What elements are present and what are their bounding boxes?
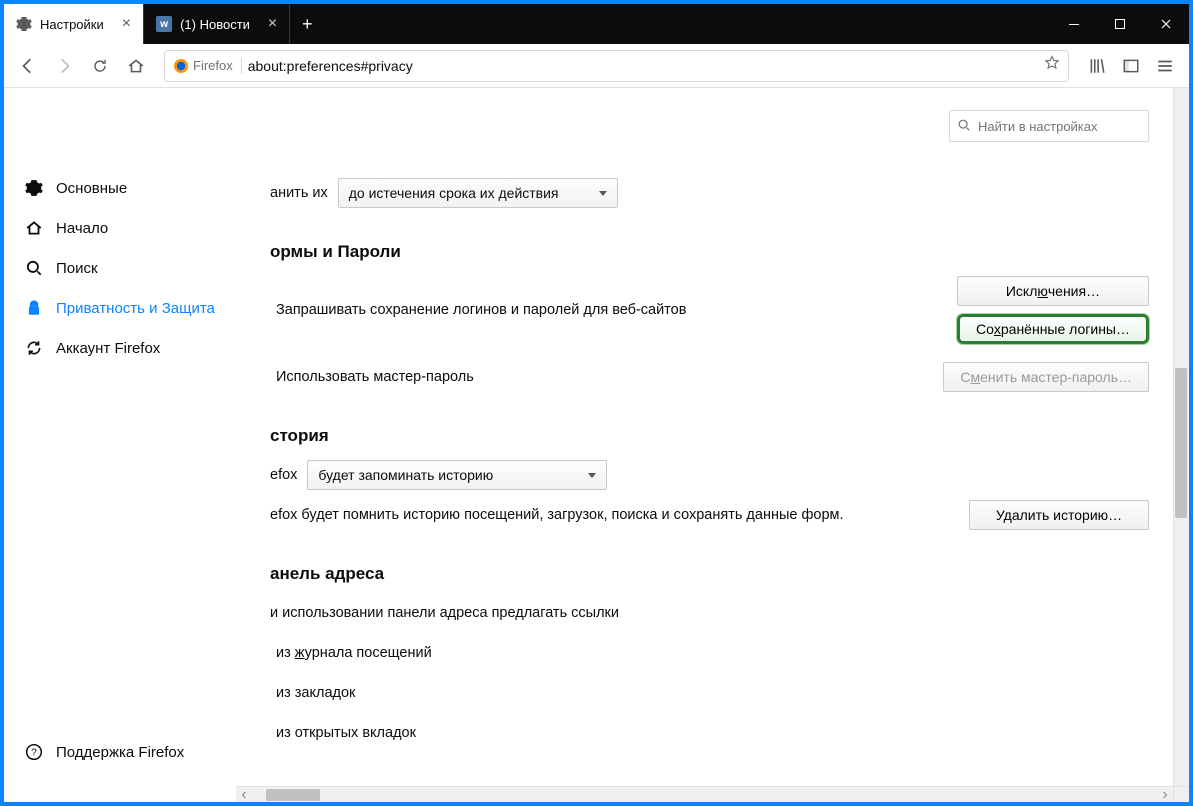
search-icon bbox=[957, 118, 971, 137]
library-button[interactable] bbox=[1081, 50, 1113, 82]
ask-save-passwords-label: Запрашивать сохранение логинов и паролей… bbox=[276, 302, 686, 318]
app-menu-button[interactable] bbox=[1149, 50, 1181, 82]
addressbar-opt-tabs: из открытых вкладок bbox=[276, 725, 416, 741]
titlebar: Настройки × w (1) Новости × + bbox=[4, 4, 1189, 44]
gear-icon bbox=[24, 178, 44, 198]
sidebar-item-home[interactable]: Начало bbox=[4, 208, 236, 248]
maximize-button[interactable] bbox=[1097, 4, 1143, 44]
history-prefix-fragment: efox bbox=[270, 467, 297, 483]
new-tab-button[interactable]: + bbox=[290, 4, 324, 44]
sidebar-item-label: Аккаунт Firefox bbox=[56, 340, 160, 357]
content-area: Основные Начало Поиск Приватность и Защи… bbox=[4, 88, 1189, 802]
clear-history-button[interactable]: Удалить историю… bbox=[969, 500, 1149, 530]
addressbar-opt-history: из журнала посещений bbox=[276, 645, 432, 661]
horizontal-scroll-thumb[interactable] bbox=[266, 789, 320, 801]
search-icon bbox=[24, 258, 44, 278]
sidebar-toggle-button[interactable] bbox=[1115, 50, 1147, 82]
chevron-down-icon bbox=[599, 191, 607, 196]
sidebar-item-label: Приватность и Защита bbox=[56, 300, 215, 317]
sidebar-item-label: Основные bbox=[56, 180, 127, 197]
categories-sidebar: Основные Начало Поиск Приватность и Защи… bbox=[4, 88, 236, 802]
vk-icon: w bbox=[156, 16, 172, 32]
tab-settings[interactable]: Настройки × bbox=[4, 4, 144, 44]
home-button[interactable] bbox=[120, 50, 152, 82]
reload-button[interactable] bbox=[84, 50, 116, 82]
close-icon[interactable]: × bbox=[268, 16, 277, 32]
keep-cookies-select[interactable]: до истечения срока их действия bbox=[338, 178, 618, 208]
section-heading-addressbar: анель адреса bbox=[270, 564, 1149, 584]
addressbar-opt-bookmarks: из закладок bbox=[276, 685, 355, 701]
minimize-button[interactable] bbox=[1051, 4, 1097, 44]
gear-icon bbox=[16, 16, 32, 32]
nav-toolbar: Firefox bbox=[4, 44, 1189, 88]
section-heading-forms: ормы и Пароли bbox=[270, 242, 1149, 262]
sidebar-item-label: Начало bbox=[56, 220, 108, 237]
lock-icon bbox=[24, 298, 44, 318]
url-bar[interactable]: Firefox bbox=[164, 50, 1069, 82]
history-mode-select[interactable]: будет запоминать историю bbox=[307, 460, 607, 490]
identity-box[interactable]: Firefox bbox=[173, 58, 242, 74]
saved-logins-button[interactable]: Сохранённые логины… bbox=[957, 314, 1149, 344]
history-description: efox будет помнить историю посещений, за… bbox=[270, 507, 844, 523]
scroll-right-arrow-icon[interactable]: › bbox=[1157, 787, 1173, 803]
window-controls bbox=[1051, 4, 1189, 44]
scroll-left-arrow-icon[interactable]: ‹ bbox=[236, 787, 252, 803]
vertical-scrollbar[interactable] bbox=[1173, 88, 1189, 786]
tab-news[interactable]: w (1) Новости × bbox=[144, 4, 290, 44]
select-value: до истечения срока их действия bbox=[349, 185, 559, 201]
sidebar-item-privacy[interactable]: Приватность и Защита bbox=[4, 288, 236, 328]
window-frame: Настройки × w (1) Новости × + Firefox bbox=[0, 0, 1193, 806]
vertical-scroll-thumb[interactable] bbox=[1175, 368, 1187, 518]
url-input[interactable] bbox=[248, 58, 1038, 74]
prefs-search-container bbox=[949, 110, 1149, 142]
sync-icon bbox=[24, 338, 44, 358]
forward-button[interactable] bbox=[48, 50, 80, 82]
horizontal-scrollbar[interactable]: ‹ › bbox=[236, 786, 1173, 802]
firefox-icon bbox=[173, 58, 189, 74]
sidebar-item-search[interactable]: Поиск bbox=[4, 248, 236, 288]
close-icon[interactable]: × bbox=[122, 16, 131, 32]
select-value: будет запоминать историю bbox=[318, 467, 493, 483]
section-heading-history: стория bbox=[270, 426, 1149, 446]
sidebar-item-general[interactable]: Основные bbox=[4, 168, 236, 208]
back-button[interactable] bbox=[12, 50, 44, 82]
addressbar-intro: и использовании панели адреса предлагать… bbox=[270, 605, 619, 621]
sidebar-item-label: Поддержка Firefox bbox=[56, 744, 184, 761]
identity-label: Firefox bbox=[193, 58, 233, 73]
prefs-search-input[interactable] bbox=[949, 110, 1149, 142]
home-icon bbox=[24, 218, 44, 238]
tab-label: Настройки bbox=[40, 17, 104, 32]
chevron-down-icon bbox=[588, 473, 596, 478]
help-icon: ? bbox=[24, 742, 44, 762]
change-master-password-button[interactable]: Сменить мастер-пароль… bbox=[943, 362, 1149, 392]
keep-cookies-label-fragment: анить их bbox=[270, 185, 328, 201]
preferences-panel: анить их до истечения срока их действия … bbox=[236, 88, 1189, 802]
sidebar-item-account[interactable]: Аккаунт Firefox bbox=[4, 328, 236, 368]
sidebar-item-label: Поиск bbox=[56, 260, 98, 277]
close-window-button[interactable] bbox=[1143, 4, 1189, 44]
svg-text:?: ? bbox=[31, 747, 37, 758]
bookmark-star-icon[interactable] bbox=[1044, 55, 1060, 76]
tab-label: (1) Новости bbox=[180, 17, 250, 32]
scroll-corner bbox=[1173, 786, 1189, 802]
exceptions-button[interactable]: Исключения… bbox=[957, 276, 1149, 306]
sidebar-item-support[interactable]: ? Поддержка Firefox bbox=[4, 732, 236, 772]
use-master-password-label: Использовать мастер-пароль bbox=[276, 369, 474, 385]
